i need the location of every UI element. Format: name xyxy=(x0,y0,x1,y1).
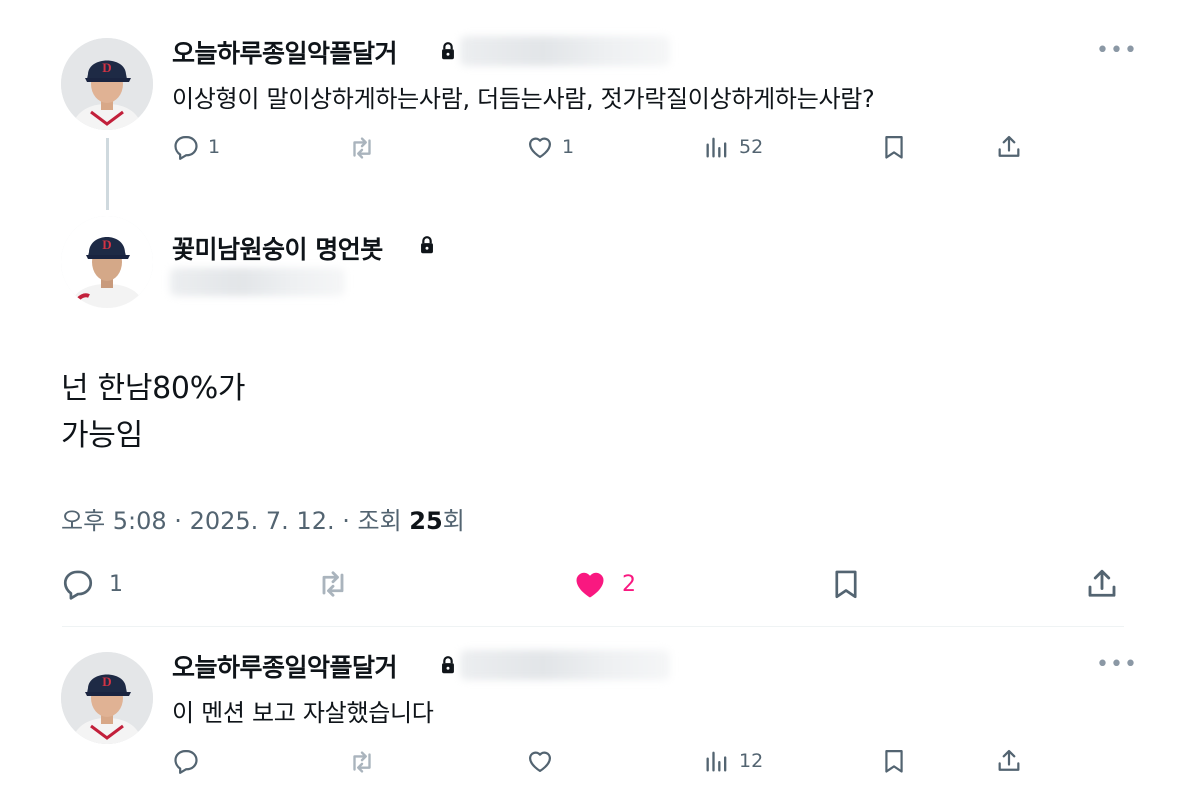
retweet-button[interactable] xyxy=(347,747,377,777)
bookmark-button[interactable] xyxy=(880,133,908,161)
bookmark-button[interactable] xyxy=(829,566,863,602)
reply-icon xyxy=(172,133,200,161)
like-button[interactable]: 1 xyxy=(526,133,574,161)
retweet-button[interactable] xyxy=(315,566,351,602)
reply-count: 1 xyxy=(208,136,221,158)
bookmark-button[interactable] xyxy=(880,747,908,775)
blurred-handle xyxy=(460,650,670,680)
tweet-text-line: 넌 한남80%가 xyxy=(61,371,246,406)
like-button[interactable] xyxy=(526,747,554,775)
blurred-handle xyxy=(170,268,345,296)
view-count: 25 xyxy=(409,507,443,535)
more-icon[interactable]: ••• xyxy=(1096,38,1138,63)
share-button[interactable] xyxy=(1084,566,1120,602)
view-count: 12 xyxy=(739,750,764,772)
more-icon[interactable]: ••• xyxy=(1096,652,1138,677)
share-button[interactable] xyxy=(995,133,1023,161)
display-name[interactable]: 꽃미남원숭이 명언봇 xyxy=(172,230,383,266)
retweet-icon xyxy=(347,133,377,163)
blurred-handle xyxy=(460,36,670,66)
reply-icon xyxy=(172,747,200,775)
lock-icon xyxy=(416,234,438,256)
views-icon xyxy=(703,747,731,775)
svg-text:D: D xyxy=(102,674,111,689)
bookmark-icon xyxy=(880,133,908,161)
display-name[interactable]: 오늘하루종일악플달거 xyxy=(172,648,398,684)
tweet-text: 이 멘션 보고 자살했습니다 xyxy=(172,699,434,727)
avatar[interactable]: D xyxy=(61,652,153,744)
heart-icon xyxy=(572,566,608,602)
views-icon xyxy=(703,133,731,161)
reply-button[interactable]: 1 xyxy=(61,567,123,601)
like-count: 2 xyxy=(622,571,636,597)
heart-icon xyxy=(526,133,554,161)
tweet-text: 이상형이 말이상하게하는사람, 더듬는사람, 젓가락질이상하게하는사람? xyxy=(172,85,875,113)
avatar[interactable]: D xyxy=(61,216,153,308)
views-suffix: 회 xyxy=(442,507,465,535)
share-icon xyxy=(1084,566,1120,602)
like-button[interactable]: 2 xyxy=(572,566,636,602)
share-icon xyxy=(995,747,1023,775)
svg-text:D: D xyxy=(102,60,111,75)
avatar[interactable]: D xyxy=(61,38,153,130)
share-button[interactable] xyxy=(995,747,1023,775)
retweet-button[interactable] xyxy=(347,133,377,163)
bookmark-icon xyxy=(829,566,863,602)
views-button[interactable]: 12 xyxy=(703,747,763,775)
retweet-icon xyxy=(315,566,351,602)
display-name[interactable]: 오늘하루종일악플달거 xyxy=(172,34,398,70)
heart-icon xyxy=(526,747,554,775)
lock-icon xyxy=(437,40,459,62)
thread-line xyxy=(106,138,109,210)
tweet-text-line: 가능임 xyxy=(61,418,143,453)
retweet-icon xyxy=(347,747,377,777)
divider xyxy=(62,626,1124,627)
views-button[interactable]: 52 xyxy=(703,133,763,161)
like-count: 1 xyxy=(562,136,575,158)
reply-button[interactable]: 1 xyxy=(172,133,220,161)
reply-button[interactable] xyxy=(172,747,200,775)
svg-text:D: D xyxy=(102,237,111,252)
tweet-meta: 오후 5:08 · 2025. 7. 12. · 조회 25회 xyxy=(61,501,465,536)
lock-icon xyxy=(437,654,459,676)
reply-count: 1 xyxy=(109,571,123,597)
view-count: 52 xyxy=(739,136,764,158)
reply-icon xyxy=(61,567,95,601)
timestamp[interactable]: 오후 5:08 · 2025. 7. 12. · 조회 xyxy=(61,507,409,535)
share-icon xyxy=(995,133,1023,161)
bookmark-icon xyxy=(880,747,908,775)
